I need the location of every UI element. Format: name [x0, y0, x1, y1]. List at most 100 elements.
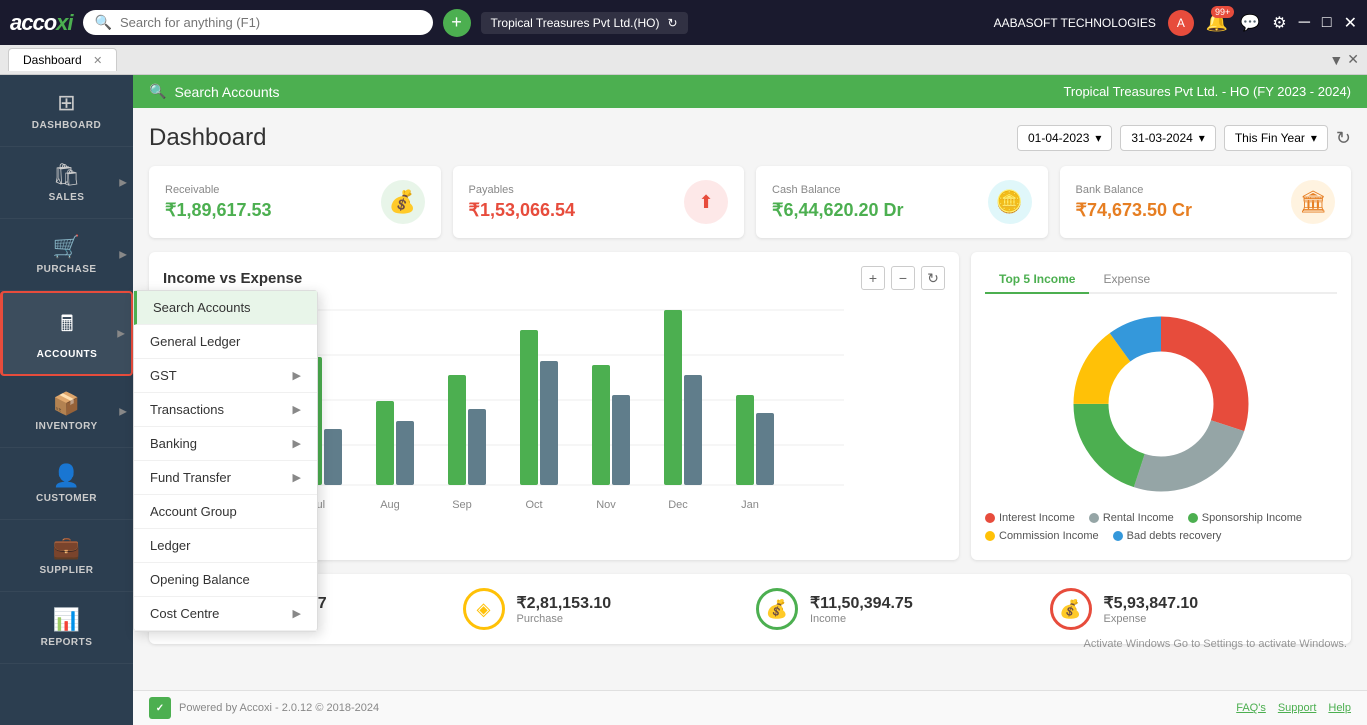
- green-header-search[interactable]: 🔍 Search Accounts: [149, 83, 280, 100]
- menu-account-group[interactable]: Account Group: [134, 495, 317, 529]
- tab-pill-expense[interactable]: Expense: [1089, 266, 1164, 294]
- tab-nav-prev[interactable]: ▼: [1329, 51, 1343, 68]
- income-stat-label: Income: [810, 613, 913, 625]
- reports-icon: 📊: [53, 607, 80, 633]
- sidebar-item-reports[interactable]: 📊 REPORTS: [0, 592, 133, 664]
- accounts-dropdown-menu: Search Accounts General Ledger GST ▶ Tra…: [133, 290, 318, 632]
- legend-rental-income: Rental Income: [1089, 512, 1174, 524]
- purchase-stat-icon: ◈: [463, 588, 505, 630]
- settings-button[interactable]: ⚙: [1272, 13, 1286, 33]
- sidebar-item-inventory[interactable]: 📦 INVENTORY ▶: [0, 376, 133, 448]
- refresh-company-icon[interactable]: ↻: [667, 16, 677, 30]
- sidebar-item-dashboard[interactable]: ⊞ DASHBOARD: [0, 75, 133, 147]
- sidebar-label-reports: REPORTS: [41, 637, 93, 648]
- bottom-stat-purchase: ◈ ₹2,81,153.10 Purchase: [463, 588, 745, 630]
- tab-nav-close[interactable]: ✕: [1347, 51, 1359, 68]
- footer-faq-link[interactable]: FAQ's: [1236, 702, 1266, 714]
- sidebar-item-purchase[interactable]: 🛒 PURCHASE ▶: [0, 219, 133, 291]
- messages-button[interactable]: 💬: [1240, 13, 1260, 33]
- close-window-button[interactable]: ✕: [1344, 13, 1357, 33]
- interest-income-dot: [985, 513, 995, 523]
- purchase-stat-label: Purchase: [517, 613, 612, 625]
- dashboard-refresh-button[interactable]: ↻: [1336, 128, 1351, 149]
- menu-banking[interactable]: Banking ▶: [134, 427, 317, 461]
- maximize-button[interactable]: □: [1322, 14, 1332, 32]
- sidebar-item-customer[interactable]: 👤 CUSTOMER: [0, 448, 133, 520]
- svg-text:Aug: Aug: [380, 499, 400, 511]
- sidebar-label-supplier: SUPPLIER: [39, 565, 93, 576]
- tab-close-icon[interactable]: ✕: [93, 55, 102, 67]
- sidebar-item-accounts[interactable]: 🖩 ACCOUNTS ▶: [0, 291, 133, 376]
- date-to-input[interactable]: 31-03-2024 ▾: [1120, 125, 1215, 151]
- global-search-bar[interactable]: 🔍: [83, 10, 433, 35]
- bottom-stat-expense: 💰 ₹5,93,847.10 Expense: [1050, 588, 1332, 630]
- accounts-arrow-icon: ▶: [117, 328, 125, 339]
- date-from-input[interactable]: 01-04-2023 ▾: [1017, 125, 1112, 151]
- bank-balance-card: Bank Balance ₹74,673.50 Cr 🏛: [1060, 166, 1352, 238]
- footer-logo: ✓: [149, 697, 171, 719]
- period-selector[interactable]: This Fin Year ▾: [1224, 125, 1328, 151]
- menu-transactions[interactable]: Transactions ▶: [134, 393, 317, 427]
- interest-income-label: Interest Income: [999, 512, 1075, 524]
- dashboard-area: Dashboard 01-04-2023 ▾ 31-03-2024 ▾ This…: [133, 108, 1367, 690]
- gst-arrow-icon: ▶: [293, 369, 301, 382]
- svg-text:Sep: Sep: [452, 499, 472, 511]
- receivable-label: Receivable: [165, 184, 272, 196]
- purchase-stat-value: ₹2,81,153.10: [517, 593, 612, 613]
- search-accounts-label: Search Accounts: [174, 84, 279, 100]
- minimize-button[interactable]: ─: [1299, 14, 1310, 32]
- green-header: 🔍 Search Accounts Tropical Treasures Pvt…: [133, 75, 1367, 108]
- expense-stat-label: Expense: [1104, 613, 1199, 625]
- tab-nav: ▼ ✕: [1329, 51, 1359, 68]
- menu-search-accounts[interactable]: Search Accounts: [134, 291, 317, 325]
- receivable-card: Receivable ₹1,89,617.53 💰: [149, 166, 441, 238]
- company-selector[interactable]: Tropical Treasures Pvt Ltd.(HO) ↻: [481, 12, 688, 34]
- bank-balance-label: Bank Balance: [1076, 184, 1193, 196]
- expense-stat-icon: 💰: [1050, 588, 1092, 630]
- sales-icon: 🛍: [53, 162, 81, 188]
- add-button[interactable]: +: [443, 9, 471, 37]
- cash-balance-card: Cash Balance ₹6,44,620.20 Dr 🪙: [756, 166, 1048, 238]
- menu-ledger[interactable]: Ledger: [134, 529, 317, 563]
- chart-refresh-button[interactable]: ↻: [921, 266, 945, 290]
- sidebar-item-sales[interactable]: 🛍 SALES ▶: [0, 147, 133, 219]
- global-search-input[interactable]: [120, 15, 421, 30]
- menu-general-ledger[interactable]: General Ledger: [134, 325, 317, 359]
- svg-text:Nov: Nov: [596, 499, 616, 511]
- sidebar-label-dashboard: DASHBOARD: [32, 120, 102, 131]
- charts-row: Income vs Expense + − ↻: [149, 252, 1351, 560]
- sidebar-item-supplier[interactable]: 💼 SUPPLIER: [0, 520, 133, 592]
- transactions-arrow-icon: ▶: [293, 403, 301, 416]
- supplier-icon: 💼: [53, 535, 80, 561]
- menu-fund-transfer[interactable]: Fund Transfer ▶: [134, 461, 317, 495]
- sales-arrow-icon: ▶: [119, 177, 127, 188]
- inventory-arrow-icon: ▶: [119, 406, 127, 417]
- menu-gst[interactable]: GST ▶: [134, 359, 317, 393]
- zoom-in-button[interactable]: +: [861, 266, 885, 290]
- income-stat-icon: 💰: [756, 588, 798, 630]
- legend-interest-income: Interest Income: [985, 512, 1075, 524]
- footer-support-link[interactable]: Support: [1278, 702, 1317, 714]
- bottom-stats: ◈ ₹10,00,974.27 Sales ◈ ₹2,81,153.10 Pur…: [149, 574, 1351, 644]
- zoom-out-button[interactable]: −: [891, 266, 915, 290]
- bank-balance-value: ₹74,673.50 Cr: [1076, 200, 1193, 221]
- period-chevron: ▾: [1311, 131, 1317, 145]
- dashboard-tab[interactable]: Dashboard ✕: [8, 48, 117, 71]
- search-accounts-icon: 🔍: [149, 83, 166, 100]
- chart-header: Income vs Expense + − ↻: [163, 266, 945, 290]
- menu-opening-balance[interactable]: Opening Balance: [134, 563, 317, 597]
- donut-chart-svg: [1061, 304, 1261, 504]
- tab-pill-income[interactable]: Top 5 Income: [985, 266, 1089, 294]
- sidebar-label-inventory: INVENTORY: [35, 421, 97, 432]
- sidebar-label-sales: SALES: [49, 192, 85, 203]
- notification-button[interactable]: 🔔 99+: [1206, 12, 1228, 33]
- green-header-company: Tropical Treasures Pvt Ltd. - HO (FY 202…: [1063, 84, 1351, 99]
- chart-controls: + − ↻: [861, 266, 945, 290]
- fund-transfer-arrow-icon: ▶: [293, 471, 301, 484]
- footer-help-link[interactable]: Help: [1328, 702, 1351, 714]
- svg-text:Oct: Oct: [525, 499, 542, 511]
- legend-commission-income: Commission Income: [985, 530, 1099, 542]
- menu-cost-centre[interactable]: Cost Centre ▶: [134, 597, 317, 631]
- expense-stat-value: ₹5,93,847.10: [1104, 593, 1199, 613]
- content-area: 🔍 Search Accounts Tropical Treasures Pvt…: [133, 75, 1367, 725]
